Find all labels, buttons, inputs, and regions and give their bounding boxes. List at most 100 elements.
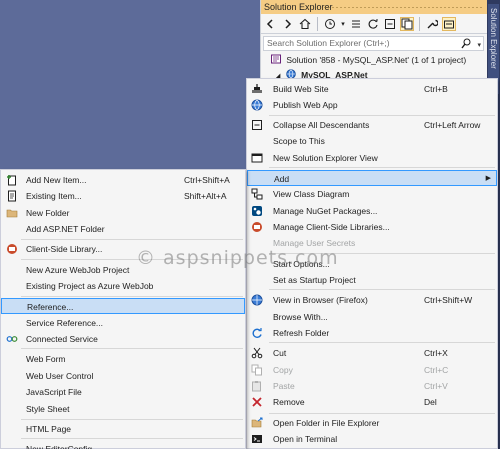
paste-icon [251,380,263,392]
menu-separator [21,438,243,439]
add-submenu: Add New Item... Ctrl+Shift+A Existing Item… [0,169,246,449]
menu-item-copy[interactable]: Copy Ctrl+C [247,362,497,378]
new-item-icon [6,174,18,186]
menu-item-label: New Solution Explorer View [273,153,378,163]
menu-item-style-sheet[interactable]: Style Sheet [1,401,245,417]
toolbar-separator [317,16,318,31]
menu-item-manage-nuget-packages[interactable]: Manage NuGet Packages... [247,203,497,219]
menu-item-shortcut: Shift+Alt+A [184,191,227,201]
menu-item-label: Manage Client-Side Libraries... [273,222,390,232]
menu-item-add-new-item[interactable]: Add New Item... Ctrl+Shift+A [1,172,245,188]
menu-item-connected-service[interactable]: Connected Service [1,331,245,347]
menu-item-add-asp-net-folder[interactable]: Add ASP.NET Folder [1,221,245,237]
scissors-icon [251,347,263,359]
forward-icon[interactable] [281,17,295,31]
menu-item-service-reference[interactable]: Service Reference... [1,315,245,331]
menu-item-new-solution-explorer-view[interactable]: New Solution Explorer View [247,150,497,166]
menu-separator [21,296,243,297]
menu-item-label: Existing Project as Azure WebJob [26,281,154,291]
menu-item-label: Open in Terminal [273,434,338,444]
watermark: © aspsnippets.com [136,247,339,269]
menu-item-scope-to-this[interactable]: Scope to This [247,133,497,149]
back-icon[interactable] [264,17,278,31]
menu-item-existing-project-as-azure-webjob[interactable]: Existing Project as Azure WebJob [1,278,245,294]
menu-item-label: Client-Side Library... [26,244,103,254]
menu-item-set-as-startup-project[interactable]: Set as Startup Project [247,272,497,288]
pending-changes-icon[interactable] [349,17,363,31]
sync-icon[interactable] [366,17,380,31]
menu-item-shortcut: Ctrl+X [424,348,448,358]
menu-item-open-folder-in-file-explorer[interactable]: Open Folder in File Explorer [247,415,497,431]
menu-item-label: Collapse All Descendants [273,120,370,130]
libraries-icon [251,221,263,233]
home-icon[interactable] [298,17,312,31]
menu-item-open-in-terminal[interactable]: Open in Terminal [247,431,497,447]
search-options-dropdown-icon[interactable]: ▾ [477,39,481,52]
menu-item-refresh-folder[interactable]: Refresh Folder [247,325,497,341]
menu-item-shortcut: Del [424,397,437,407]
menu-item-browse-with[interactable]: Browse With... [247,309,497,325]
menu-item-label: Build Web Site [273,84,329,94]
menu-item-label: Scope to This [273,136,325,146]
menu-item-label: New EditorConfig [26,444,93,449]
menu-item-label: Web Form [26,354,66,364]
solution-explorer-title-bar[interactable]: Solution Explorer [261,0,488,14]
show-all-files-icon[interactable] [400,16,414,31]
menu-item-reference[interactable]: Reference... [1,298,245,314]
menu-item-new-folder[interactable]: New Folder [1,205,245,221]
menu-item-web-form[interactable]: Web Form [1,351,245,367]
collapse-icon [251,119,263,131]
menu-separator [269,289,495,290]
menu-item-build-web-site[interactable]: Build Web Site Ctrl+B [247,81,497,97]
menu-item-label: Add [274,174,290,184]
menu-item-label: Connected Service [26,334,98,344]
toolbar-separator [419,16,420,31]
menu-item-label: Reference... [27,302,74,312]
menu-item-label: Remove [273,397,305,407]
menu-item-label: Add New Item... [26,175,87,185]
submenu-arrow-icon: ▶ [485,175,491,182]
menu-item-shortcut: Ctrl+Shift+W [424,295,473,305]
menu-item-manage-client-side-libraries[interactable]: Manage Client-Side Libraries... [247,219,497,235]
menu-item-html-page[interactable]: HTML Page [1,421,245,437]
menu-separator [269,115,495,116]
menu-item-view-in-browser-firefox[interactable]: View in Browser (Firefox) Ctrl+Shift+W [247,292,497,308]
menu-item-label: View Class Diagram [273,189,350,199]
menu-item-label: Paste [273,381,295,391]
menu-item-new-editorconfig[interactable]: New EditorConfig [1,441,245,449]
menu-item-existing-item[interactable]: Existing Item... Shift+Alt+A [1,188,245,204]
search-solution-explorer-input[interactable]: Search Solution Explorer (Ctrl+;) ▾ [263,36,484,51]
menu-item-collapse-all-descendants[interactable]: Collapse All Descendants Ctrl+Left Arrow [247,117,497,133]
class-diagram-icon [251,188,263,200]
history-icon[interactable] [323,17,337,31]
menu-item-javascript-file[interactable]: JavaScript File [1,384,245,400]
preview-selected-items-icon[interactable] [442,16,456,31]
menu-item-add[interactable]: Add ▶ [247,170,497,186]
tree-item-solution[interactable]: Solution '858 - MySQL_ASP.Net' (1 of 1 p… [261,53,488,68]
menu-item-cut[interactable]: Cut Ctrl+X [247,345,497,361]
menu-item-paste[interactable]: Paste Ctrl+V [247,378,497,394]
menu-item-publish-web-app[interactable]: Publish Web App [247,97,497,113]
menu-item-web-user-control[interactable]: Web User Control [1,368,245,384]
nuget-icon [251,205,263,217]
menu-item-shortcut: Ctrl+V [424,381,448,391]
terminal-icon [251,433,263,445]
menu-item-label: Style Sheet [26,404,70,414]
new-view-icon [251,152,263,164]
collapse-all-icon[interactable] [383,17,397,31]
properties-wrench-icon[interactable] [425,17,439,31]
folder-open-icon [251,417,263,429]
menu-item-label: Cut [273,348,287,358]
menu-item-label: JavaScript File [26,387,82,397]
menu-item-label: New Azure WebJob Project [26,265,130,275]
dropdown-icon[interactable]: ▾ [340,17,346,31]
menu-item-label: Open Folder in File Explorer [273,418,380,428]
menu-item-view-class-diagram[interactable]: View Class Diagram [247,186,497,202]
menu-item-remove[interactable]: Remove Del [247,394,497,410]
menu-item-label: Copy [273,365,293,375]
menu-separator [21,239,243,240]
menu-item-label: Publish Web App [273,100,338,110]
solution-explorer-toolbar: ▾ [261,14,488,34]
search-icon[interactable] [461,38,471,53]
menu-separator [21,419,243,420]
